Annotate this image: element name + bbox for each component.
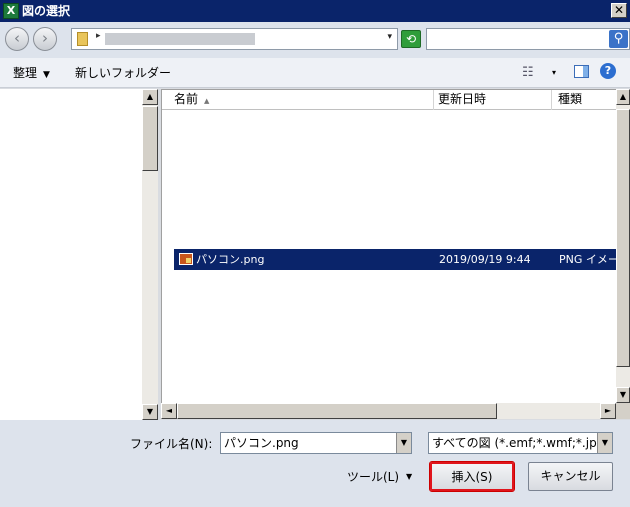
insert-picture-dialog: X 図の選択 ✕ ‹ › ▸ ▾ ⟲ ⚲ 整理 ▼ 新しいフォルダー ☷ ▾ ? … (0, 0, 630, 507)
dialog-title: 図の選択 (22, 4, 71, 18)
column-headers: 名前 ▲ 更新日時 種類 (162, 90, 617, 110)
organize-label: 整理 (13, 66, 38, 80)
image-file-icon (179, 253, 193, 265)
file-list-horizontal-scrollbar[interactable]: ◄ ► (161, 403, 616, 419)
scroll-left-button[interactable]: ◄ (161, 403, 177, 419)
help-icon[interactable]: ? (600, 63, 616, 79)
excel-app-icon: X (3, 3, 19, 19)
view-options-icon[interactable]: ☷ (522, 65, 534, 80)
column-name-label: 名前 (174, 92, 199, 106)
chevron-down-icon[interactable]: ▼ (597, 433, 612, 453)
chevron-down-icon[interactable]: ▼ (406, 472, 412, 481)
command-toolbar: 整理 ▼ 新しいフォルダー ☷ ▾ ? (0, 58, 630, 88)
new-folder-button[interactable]: 新しいフォルダー (75, 65, 171, 81)
file-date-cell: 2019/09/19 9:44 (439, 253, 531, 266)
scroll-up-button[interactable]: ▲ (142, 89, 158, 105)
back-button[interactable]: ‹ (5, 27, 29, 51)
address-bar[interactable]: ▸ ▾ (71, 28, 398, 50)
search-icon[interactable]: ⚲ (609, 30, 628, 48)
file-type-value: すべての図 (*.emf;*.wmf;*.jpg (432, 436, 605, 450)
filename-value: パソコン.png (224, 436, 299, 450)
chevron-down-icon: ▼ (43, 70, 50, 80)
scroll-right-button[interactable]: ► (600, 403, 616, 419)
scrollbar-thumb[interactable] (142, 106, 158, 171)
tools-menu[interactable]: ツール(L) (347, 470, 399, 484)
address-path (105, 33, 255, 45)
scroll-down-button[interactable]: ▼ (142, 404, 158, 420)
preview-pane-icon[interactable] (574, 65, 589, 78)
navigation-pane-scrollbar[interactable]: ▲ ▼ (142, 89, 158, 420)
sort-ascending-icon: ▲ (204, 97, 210, 105)
scrollbar-thumb[interactable] (616, 109, 630, 367)
column-header-date[interactable]: 更新日時 (434, 90, 552, 110)
navigation-pane[interactable] (0, 89, 142, 420)
file-row[interactable]: パソコン.png 2019/09/19 9:44 PNG イメージ (174, 249, 630, 270)
scrollbar-corner (616, 403, 630, 419)
close-button[interactable]: ✕ (611, 3, 627, 18)
scroll-up-button[interactable]: ▲ (616, 89, 630, 105)
insert-button[interactable]: 挿入(S) (429, 461, 515, 492)
column-header-type[interactable]: 種類 (552, 90, 622, 110)
column-header-name[interactable]: 名前 ▲ (162, 90, 434, 110)
filename-label: ファイル名(N): (130, 437, 213, 451)
title-bar[interactable]: X 図の選択 ✕ (0, 0, 630, 22)
file-list-vertical-scrollbar[interactable]: ▲ ▼ (616, 89, 630, 403)
refresh-button[interactable]: ⟲ (401, 30, 421, 48)
search-input[interactable]: ⚲ (426, 28, 630, 50)
breadcrumb-chevron-icon[interactable]: ▸ (96, 31, 101, 41)
chevron-down-icon[interactable]: ▼ (396, 433, 411, 453)
cancel-button[interactable]: キャンセル (528, 462, 613, 491)
folder-icon (77, 32, 88, 46)
organize-menu[interactable]: 整理 ▼ (13, 65, 50, 83)
scroll-down-button[interactable]: ▼ (616, 387, 630, 403)
file-list[interactable]: 名前 ▲ 更新日時 種類 パソコン.png 2019/09/19 9:44 PNG… (161, 89, 630, 403)
view-dropdown-icon[interactable]: ▾ (552, 68, 556, 77)
file-type-select[interactable]: すべての図 (*.emf;*.wmf;*.jpg ▼ (428, 432, 613, 454)
address-dropdown-icon[interactable]: ▾ (387, 32, 392, 42)
filename-field[interactable]: パソコン.png ▼ (220, 432, 412, 454)
navigation-bar: ‹ › ▸ ▾ ⟲ ⚲ (0, 22, 630, 58)
forward-button[interactable]: › (33, 27, 57, 51)
dialog-footer: ファイル名(N): パソコン.png ▼ すべての図 (*.emf;*.wmf;… (0, 420, 630, 507)
file-name-cell: パソコン.png (196, 253, 265, 266)
scrollbar-thumb[interactable] (177, 403, 497, 419)
